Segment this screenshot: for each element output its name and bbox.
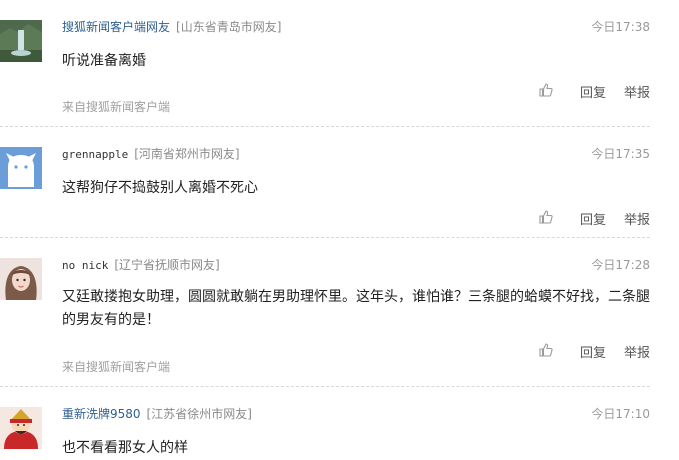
username-link[interactable]: 重新洗牌9580 (62, 407, 141, 421)
user-location: [山东省青岛市网友] (176, 20, 282, 34)
comment-user: 重新洗牌9580 [江苏省徐州市网友] (62, 407, 252, 421)
comment-time: 今日17:28 (591, 258, 650, 272)
comment-divider (0, 386, 650, 387)
comment-time: 今日17:10 (591, 407, 650, 421)
reply-button[interactable]: 回复 (580, 209, 606, 228)
comment-time: 今日17:35 (591, 147, 650, 161)
report-button[interactable]: 举报 (624, 82, 650, 101)
comment-actions: 回复 举报 (538, 209, 650, 228)
comment-time: 今日17:38 (591, 20, 650, 34)
reply-button[interactable]: 回复 (580, 82, 606, 101)
user-location: [河南省郑州市网友] (134, 147, 240, 161)
comment-text: 也不看看那女人的样 (62, 440, 188, 456)
comment-divider (0, 126, 650, 127)
comment-source: 来自搜狐新闻客户端 (62, 100, 171, 114)
avatar[interactable] (0, 407, 42, 449)
comment-actions: 回复 举报 (538, 342, 650, 361)
thumbs-up-icon[interactable] (538, 82, 556, 100)
report-button[interactable]: 举报 (624, 209, 650, 228)
report-button[interactable]: 举报 (624, 342, 650, 361)
thumbs-up-icon[interactable] (538, 209, 556, 227)
comment-divider (0, 237, 650, 238)
thumbs-up-icon[interactable] (538, 342, 556, 360)
username-link[interactable]: 搜狐新闻客户端网友 (62, 20, 170, 34)
comment-actions: 回复 举报 (538, 82, 650, 101)
comment-text: 听说准备离婚 (62, 53, 146, 69)
username-link[interactable]: no nick (62, 259, 108, 272)
avatar[interactable] (0, 147, 42, 189)
username-link[interactable]: grennapple (62, 148, 128, 161)
comment-text: 又廷敢搂抱女助理，圆圆就敢躺在男助理怀里。这年头，谁怕谁？三条腿的蛤蟆不好找，二… (62, 289, 650, 328)
user-location: [辽宁省抚顺市网友] (114, 258, 220, 272)
comment-text: 这帮狗仔不捣鼓别人离婚不死心 (62, 180, 258, 196)
comment-source: 来自搜狐新闻客户端 (62, 360, 171, 374)
comment-user: grennapple [河南省郑州市网友] (62, 147, 240, 162)
avatar[interactable] (0, 258, 42, 300)
reply-button[interactable]: 回复 (580, 342, 606, 361)
avatar[interactable] (0, 20, 42, 62)
comment-user: no nick [辽宁省抚顺市网友] (62, 258, 220, 273)
user-location: [江苏省徐州市网友] (146, 407, 252, 421)
comment-user: 搜狐新闻客户端网友 [山东省青岛市网友] (62, 20, 281, 34)
